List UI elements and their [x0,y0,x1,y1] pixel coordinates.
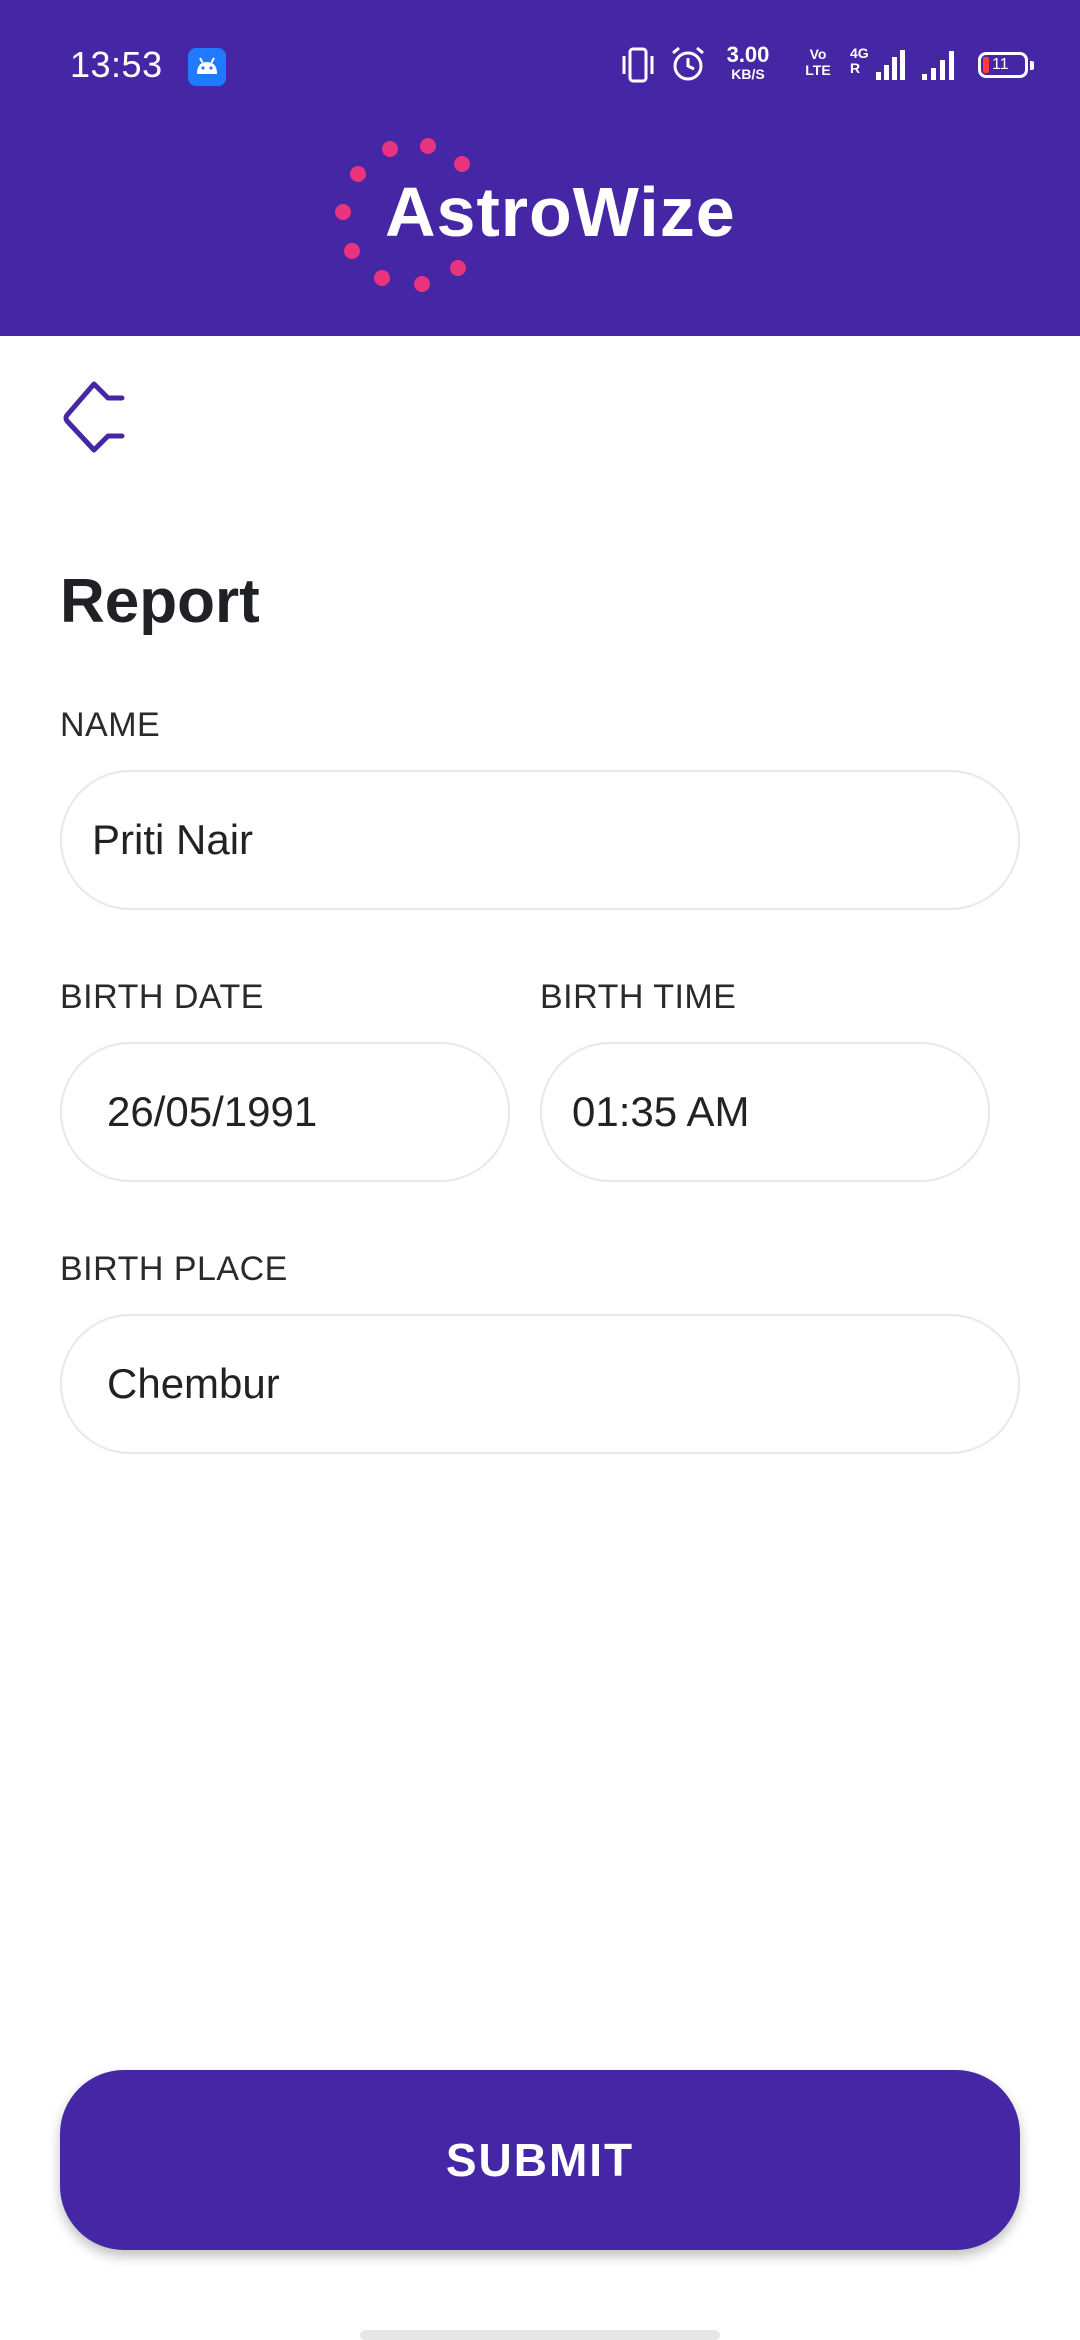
back-arrow-icon [63,381,125,453]
astrowize-logo: AstroWize [330,132,750,302]
back-button[interactable] [58,380,138,460]
birth-place-value: Chembur [107,1360,280,1407]
name-field[interactable]: Priti Nair [60,770,1020,910]
status-time: 13:53 [70,44,163,85]
network-type: 4G R [850,46,874,76]
vibrate-icon [622,47,654,83]
birth-time-value: 01:35 AM [572,1088,750,1135]
speed-unit: KB/S [731,66,765,82]
birth-date-field[interactable]: 26/05/1991 [60,1042,510,1182]
birth-time-label: BIRTH TIME [540,978,737,1016]
speed-value: 3.00 [726,42,770,67]
battery-icon: 11 [978,52,1034,78]
volte-line1: Vo [809,46,827,62]
birth-time-field[interactable]: 01:35 AM [540,1042,990,1182]
name-value: Priti Nair [92,816,254,863]
status-icons: 3.00 KB/S Vo LTE 4G R 11 [620,40,1080,90]
submit-button[interactable]: SUBMIT [60,2070,1020,2250]
logo-text: AstroWize [385,173,736,251]
birth-place-label: BIRTH PLACE [60,1250,288,1288]
signal-icon-2 [922,51,954,80]
signal-icon-1 [876,50,905,80]
page-title: Report [60,567,260,636]
volte-indicator: Vo LTE [798,46,838,78]
battery-level: 11 [992,56,1009,73]
birth-place-field[interactable]: Chembur [60,1314,1020,1454]
name-label: NAME [60,706,161,744]
network-speed: 3.00 KB/S [718,42,778,82]
network-line1: 4G [850,45,869,61]
network-line2: R [850,60,861,76]
birth-date-label: BIRTH DATE [60,978,264,1016]
birth-date-value: 26/05/1991 [107,1088,318,1135]
app-header: 13:53 3.00 KB/S Vo LTE 4G R 11 AstroWize [0,0,1080,336]
status-bar: 13:53 3.00 KB/S Vo LTE 4G R 11 [0,0,1080,130]
home-indicator[interactable] [360,2330,720,2340]
volte-line2: LTE [805,62,831,78]
android-notification-icon [188,48,226,86]
alarm-icon [672,46,704,81]
